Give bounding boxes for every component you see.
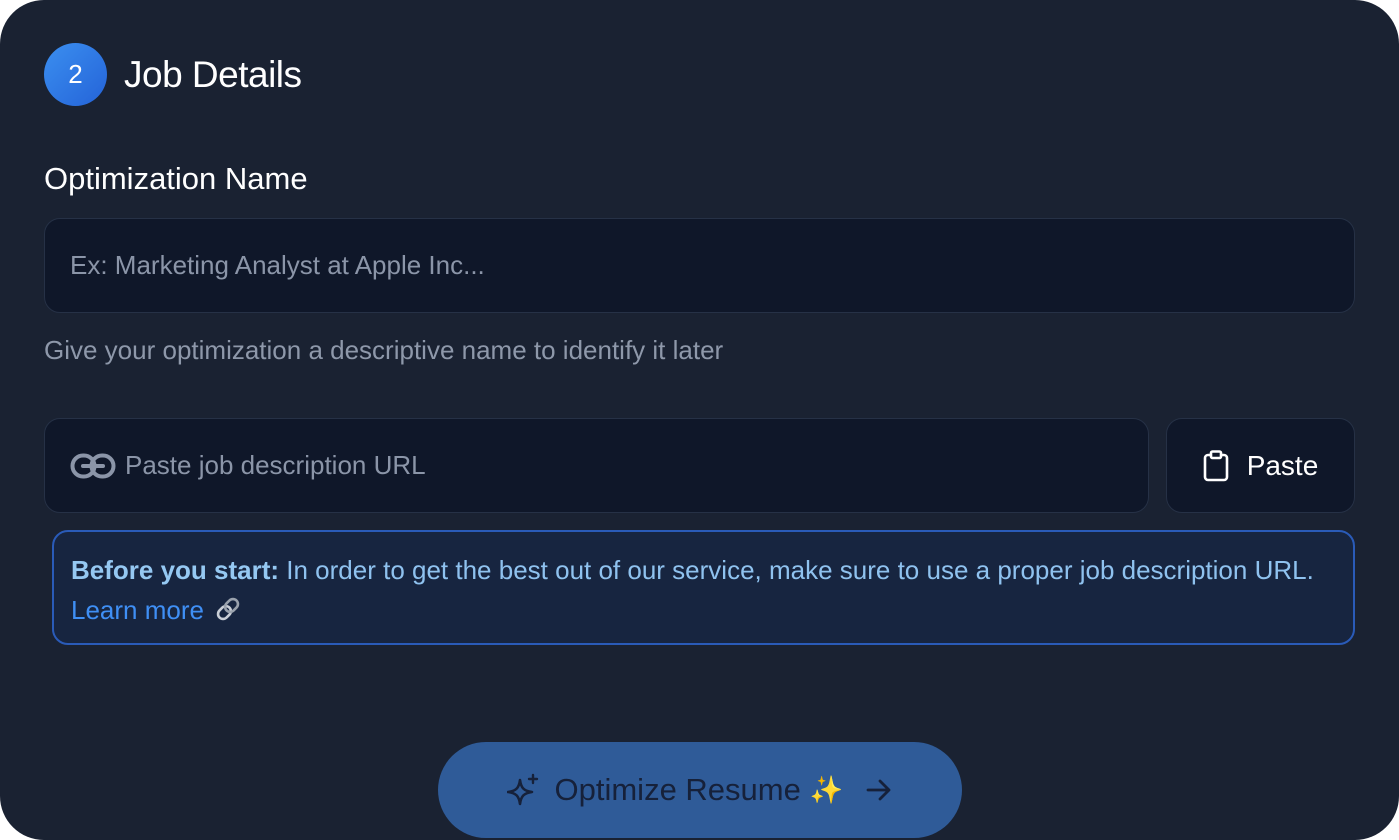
chain-link-icon (216, 597, 240, 621)
link-icon (70, 453, 116, 479)
optimization-name-helper: Give your optimization a descriptive nam… (44, 335, 724, 365)
optimization-name-input[interactable] (44, 218, 1355, 313)
clipboard-icon (1203, 449, 1228, 481)
optimization-name-label: Optimization Name (44, 161, 308, 196)
info-notice-heading: Before you start: (71, 555, 280, 585)
optimize-resume-button[interactable]: Optimize Resume ✨ (438, 742, 962, 838)
info-notice: Before you start: In order to get the be… (52, 530, 1355, 645)
job-url-field[interactable] (44, 418, 1149, 513)
paste-button-label: Paste (1246, 449, 1319, 481)
job-url-input[interactable] (125, 419, 1125, 512)
optimize-resume-label: Optimize Resume (554, 772, 801, 807)
arrow-right-icon (867, 779, 891, 801)
paste-button[interactable]: Paste (1166, 418, 1355, 513)
sparkle-icon (506, 773, 538, 806)
sparkles-emoji: ✨ (809, 775, 844, 806)
job-details-card: 2 Job Details Optimization Name Give you… (0, 0, 1399, 840)
info-notice-text: In order to get the best out of our serv… (279, 555, 1314, 585)
step-number-badge: 2 (44, 43, 107, 106)
learn-more-link[interactable]: Learn more (71, 595, 204, 625)
section-title: Job Details (124, 54, 302, 95)
